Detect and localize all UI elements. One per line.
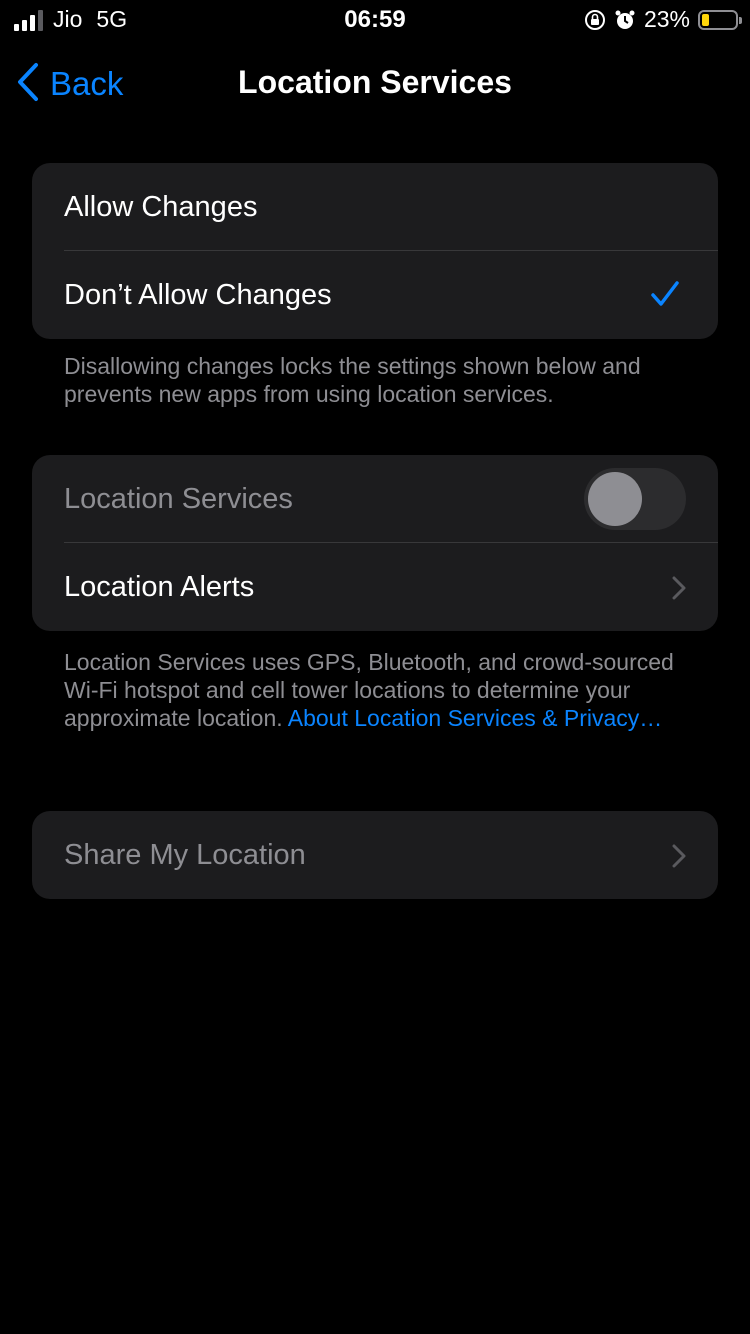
location-alerts-label: Location Alerts (64, 570, 255, 603)
chevron-right-icon (672, 575, 686, 608)
share-group: Share My Location (32, 811, 718, 899)
navigation-bar: Back Location Services (0, 50, 750, 118)
battery-fill (702, 13, 709, 26)
location-services-row: Location Services (32, 455, 718, 543)
changes-footer-text: Disallowing changes locks the settings s… (64, 353, 641, 407)
battery-icon (698, 9, 742, 30)
alarm-icon (614, 9, 636, 31)
location-alerts-row[interactable]: Location Alerts (32, 543, 718, 631)
battery-percent: 23% (643, 6, 690, 32)
changes-group: Allow Changes Don’t Allow Changes (32, 163, 718, 339)
location-footer: Location Services uses GPS, Bluetooth, a… (64, 648, 684, 732)
chevron-right-icon (672, 843, 686, 876)
about-location-privacy-link[interactable]: About Location Services & Privacy… (288, 705, 663, 731)
checkmark-icon (650, 279, 680, 317)
toggle-knob (588, 472, 642, 526)
location-services-label: Location Services (64, 482, 293, 515)
orientation-lock-icon (584, 9, 606, 31)
status-right: 23% (584, 6, 742, 33)
share-my-location-row[interactable]: Share My Location (32, 811, 718, 899)
allow-changes-label: Allow Changes (64, 190, 258, 223)
dont-allow-changes-label: Don’t Allow Changes (64, 278, 332, 311)
status-bar: Jio 5G 06:59 23% (0, 0, 750, 42)
location-services-toggle[interactable] (584, 468, 686, 530)
allow-changes-option[interactable]: Allow Changes (32, 163, 718, 251)
page-title: Location Services (238, 64, 512, 100)
location-group: Location Services Location Alerts (32, 455, 718, 631)
dont-allow-changes-option[interactable]: Don’t Allow Changes (32, 251, 718, 339)
share-my-location-label: Share My Location (64, 838, 306, 871)
